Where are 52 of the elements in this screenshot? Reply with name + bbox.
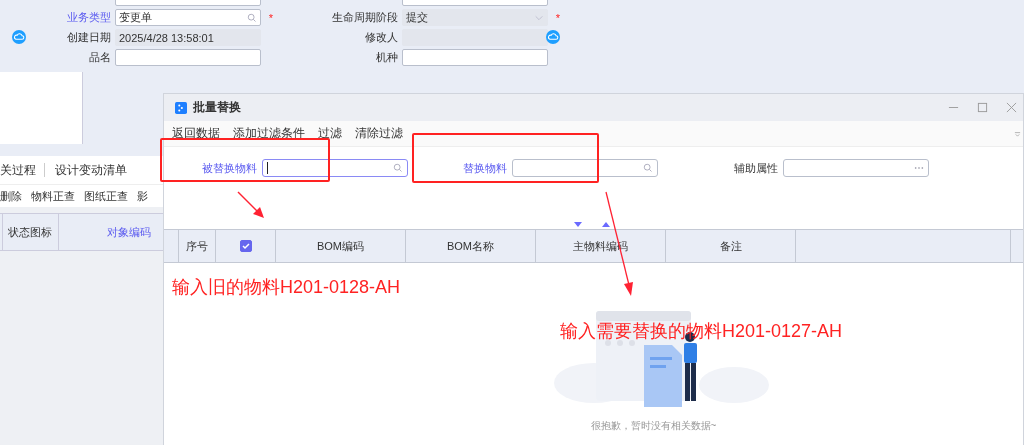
toolbar-item[interactable]: 图纸正查 <box>84 188 128 204</box>
select-all-checkbox[interactable] <box>239 240 252 252</box>
toolbar-item[interactable]: 物料正查 <box>31 188 75 204</box>
field-label: 机种 <box>375 50 399 65</box>
tab[interactable]: 关过程 <box>0 161 44 179</box>
input-field[interactable] <box>115 49 261 66</box>
expand-icon[interactable] <box>1014 130 1021 137</box>
menu-item[interactable]: 清除过滤 <box>355 126 403 141</box>
app-icon <box>175 101 187 114</box>
field-label: 生命周期阶段 <box>331 10 399 25</box>
filter-label: 替换物料 <box>462 160 508 176</box>
toolbar-item[interactable]: 影 <box>137 188 148 204</box>
input-field[interactable]: 2025/4/28 13:58:01 <box>115 29 261 46</box>
column-header[interactable]: 状态图标 <box>2 214 60 250</box>
input-field[interactable] <box>262 159 408 177</box>
sort-down-icon[interactable] <box>574 222 582 227</box>
input-field[interactable] <box>402 49 548 66</box>
sort-up-icon[interactable] <box>602 222 610 227</box>
required-mark: * <box>268 11 274 24</box>
search-icon[interactable] <box>247 12 257 23</box>
column-header[interactable]: 备注 <box>719 238 742 254</box>
toolbar-item[interactable]: 删除 <box>0 188 22 204</box>
column-header[interactable]: 对象编码 <box>59 214 165 250</box>
menu-item[interactable]: 返回数据 <box>172 126 220 141</box>
search-icon[interactable] <box>643 163 653 173</box>
required-mark: * <box>555 11 561 24</box>
search-icon[interactable] <box>393 163 403 173</box>
column-header[interactable]: 序号 <box>186 238 208 254</box>
input-field[interactable]: 变更单 <box>115 9 261 26</box>
input-field[interactable] <box>783 159 929 177</box>
dialog-title: 批量替换 <box>193 99 241 116</box>
column-header[interactable]: BOM名称 <box>446 238 495 254</box>
menu-item[interactable]: 添加过滤条件 <box>233 126 305 141</box>
annotation-arrow <box>236 190 266 220</box>
input-field[interactable]: 提交 <box>402 9 548 26</box>
column-header[interactable]: BOM编码 <box>316 238 365 254</box>
tab[interactable]: 设计变动清单 <box>55 161 135 179</box>
annotation-text: 输入需要替换的物料H201-0127-AH <box>560 320 843 343</box>
filter-label: 辅助属性 <box>733 160 779 176</box>
field-label: 品名 <box>88 50 112 65</box>
close-icon[interactable] <box>1006 102 1017 113</box>
input-field[interactable] <box>512 159 658 177</box>
sync-icon[interactable] <box>12 30 26 44</box>
field-label: 修改人 <box>364 30 399 45</box>
menu-item[interactable]: 过滤 <box>318 126 342 141</box>
field-label: 创建日期 <box>66 30 112 45</box>
field-label: 业务类型 <box>66 10 112 25</box>
empty-message: 很抱歉，暂时没有相关数据~ <box>590 419 717 433</box>
sync-icon[interactable] <box>546 30 560 44</box>
filter-label: 被替换物料 <box>201 160 258 176</box>
maximize-icon[interactable] <box>977 102 988 113</box>
annotation-text: 输入旧的物料H201-0128-AH <box>172 276 401 299</box>
